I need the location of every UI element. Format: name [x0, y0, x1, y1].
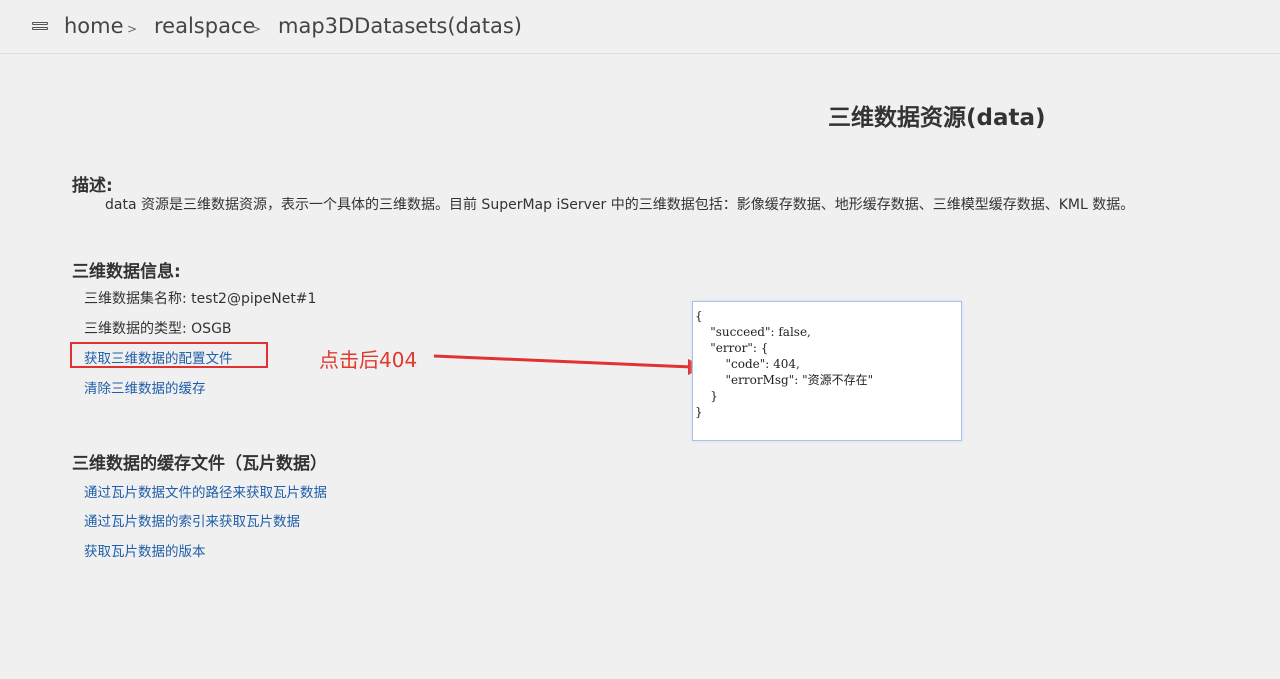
tile-by-index-link[interactable]: 通过瓦片数据的索引来获取瓦片数据	[84, 510, 300, 530]
page-title: 三维数据资源(data)	[828, 105, 1046, 131]
dataset-name: 三维数据集名称: test2@pipeNet#1	[84, 291, 317, 307]
json-line: }	[695, 389, 718, 403]
dataset-type: 三维数据的类型: OSGB	[84, 321, 232, 337]
json-line: {	[695, 309, 703, 323]
info-heading: 三维数据信息:	[72, 262, 181, 282]
tile-by-path-link[interactable]: 通过瓦片数据文件的路径来获取瓦片数据	[84, 481, 327, 501]
top-bar: home > realspace > map3DDatasets(datas)	[0, 0, 1280, 54]
json-line: "succeed": false,	[695, 325, 811, 339]
breadcrumb-separator: >	[251, 22, 262, 36]
annotation-text: 点击后404	[319, 348, 418, 372]
json-line: }	[695, 405, 703, 419]
breadcrumb-home[interactable]: home	[64, 14, 124, 38]
annotation-arrow	[433, 354, 705, 375]
description-heading: 描述:	[72, 176, 113, 196]
cache-heading: 三维数据的缓存文件（瓦片数据）	[72, 454, 327, 474]
json-response-panel: { "succeed": false, "error": { "code": 4…	[692, 301, 962, 441]
menu-icon[interactable]	[32, 22, 48, 35]
description-text: data 资源是三维数据资源，表示一个具体的三维数据。目前 SuperMap i…	[105, 197, 1135, 213]
tile-version-link[interactable]: 获取瓦片数据的版本	[84, 540, 206, 560]
json-line: "errorMsg": "资源不存在"	[695, 373, 874, 387]
highlight-box	[70, 342, 268, 368]
breadcrumb-realspace[interactable]: realspace	[154, 14, 255, 38]
clear-cache-link[interactable]: 清除三维数据的缓存	[84, 377, 206, 397]
json-line: "error": {	[695, 341, 769, 355]
json-line: "code": 404,	[695, 357, 800, 371]
breadcrumb-separator: >	[127, 22, 138, 36]
breadcrumb-current: map3DDatasets(datas)	[278, 14, 522, 38]
